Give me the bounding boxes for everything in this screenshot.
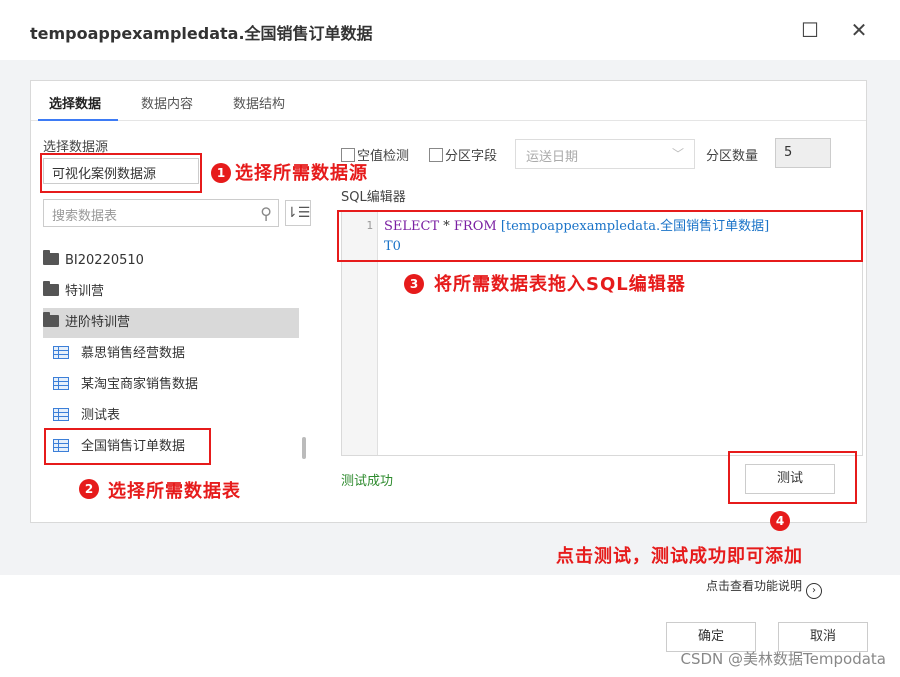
tree-item-label: 进阶特训营 xyxy=(65,315,131,330)
help-link-label: 点击查看功能说明 xyxy=(706,579,803,593)
sql-editor[interactable]: 1 SELECT * FROM [tempoappexampledata.全国销… xyxy=(341,211,863,456)
tree-item-label: BI20220510 xyxy=(65,253,144,268)
tree-table-musi[interactable]: 慕思销售经营数据 xyxy=(43,339,299,369)
tab-select-data[interactable]: 选择数据 xyxy=(49,93,101,112)
tab-bar: 选择数据 数据内容 数据结构 xyxy=(31,81,866,121)
maximize-icon[interactable]: ☐ xyxy=(798,18,822,42)
tree-item-label: 慕思销售经营数据 xyxy=(81,346,186,361)
tree-folder-bi20220510[interactable]: BI20220510 xyxy=(43,246,299,276)
partition-field-select[interactable]: 运送日期 ﹀ xyxy=(515,139,695,169)
annotation-step-1: 选择所需数据源 xyxy=(235,163,368,184)
table-search-input[interactable]: 搜索数据表 ⚲ xyxy=(43,199,279,227)
folder-icon xyxy=(43,281,59,296)
close-icon[interactable]: ✕ xyxy=(847,18,871,42)
sql-editor-label: SQL编辑器 xyxy=(341,190,406,205)
table-icon xyxy=(53,377,69,390)
tab-data-structure[interactable]: 数据结构 xyxy=(233,93,285,112)
watermark: CSDN @美林数据Tempodata xyxy=(680,650,886,668)
annotation-step-2-badge: 2 xyxy=(79,479,99,499)
table-icon xyxy=(53,408,69,421)
folder-icon xyxy=(43,312,59,327)
sql-alias: T0 xyxy=(384,239,401,254)
table-icon xyxy=(53,439,69,452)
tree-item-label: 全国销售订单数据 xyxy=(81,439,186,454)
data-source-select[interactable]: 可视化案例数据源 xyxy=(43,158,199,184)
sort-icon[interactable]: ⇂☰ xyxy=(285,200,311,226)
partition-field-value: 运送日期 xyxy=(526,150,579,165)
source-label: 选择数据源 xyxy=(43,140,109,155)
partition-field-checkbox[interactable] xyxy=(429,148,443,162)
sql-code[interactable]: SELECT * FROM [tempoappexampledata.全国销售订… xyxy=(384,217,769,257)
tab-data-content[interactable]: 数据内容 xyxy=(141,93,193,112)
annotation-step-1-badge: 1 xyxy=(211,163,231,183)
editor-gutter: 1 xyxy=(342,212,378,455)
tree-table-national-sales[interactable]: 全国销售订单数据 xyxy=(43,432,299,462)
partition-field-option[interactable]: 分区字段 xyxy=(429,145,497,164)
tree-scrollbar[interactable] xyxy=(302,437,306,459)
annotation-step-3: 将所需数据表拖入SQL编辑器 xyxy=(434,274,686,295)
line-number: 1 xyxy=(366,219,373,232)
sql-keyword: FROM xyxy=(453,219,497,234)
table-icon xyxy=(53,346,69,359)
search-placeholder: 搜索数据表 xyxy=(52,209,118,224)
sql-star: * xyxy=(439,219,454,234)
partition-field-label: 分区字段 xyxy=(445,149,498,164)
tree-table-taobao[interactable]: 某淘宝商家销售数据 xyxy=(43,370,299,400)
search-icon[interactable]: ⚲ xyxy=(260,204,272,223)
tree-folder-advanced-training[interactable]: 进阶特训营 xyxy=(43,308,299,338)
active-tab-indicator xyxy=(38,119,118,121)
annotation-step-2: 选择所需数据表 xyxy=(108,481,241,502)
tree-item-label: 测试表 xyxy=(81,408,121,423)
partition-count-label: 分区数量 xyxy=(706,149,759,164)
chevron-right-icon: › xyxy=(806,583,823,599)
data-panel: 选择数据 数据内容 数据结构 选择数据源 可视化案例数据源 搜索数据表 ⚲ ⇂☰… xyxy=(30,80,867,523)
partition-count-input[interactable]: 5 xyxy=(775,138,831,168)
annotation-step-4: 点击测试，测试成功即可添加 xyxy=(556,546,803,567)
title-bar: tempoappexampledata.全国销售订单数据 ☐ ✕ xyxy=(0,0,900,60)
dialog-title: tempoappexampledata.全国销售订单数据 xyxy=(30,24,373,43)
sql-keyword: SELECT xyxy=(384,219,440,234)
test-status: 测试成功 xyxy=(341,474,394,489)
sql-table-name: [tempoappexampledata.全国销售订单数据] xyxy=(496,219,770,234)
tree-table-test[interactable]: 测试表 xyxy=(43,401,299,431)
annotation-step-3-badge: 3 xyxy=(404,274,424,294)
annotation-step-4-badge: 4 xyxy=(770,511,790,531)
chevron-down-icon: ﹀ xyxy=(671,147,684,161)
tree-folder-training[interactable]: 特训营 xyxy=(43,277,299,307)
tree-item-label: 某淘宝商家销售数据 xyxy=(81,377,199,392)
test-button[interactable]: 测试 xyxy=(745,464,835,494)
dialog: tempoappexampledata.全国销售订单数据 ☐ ✕ 选择数据 数据… xyxy=(0,0,900,677)
folder-icon xyxy=(43,250,59,265)
help-link[interactable]: 点击查看功能说明 › xyxy=(706,577,823,599)
tree-item-label: 特训营 xyxy=(65,284,105,299)
